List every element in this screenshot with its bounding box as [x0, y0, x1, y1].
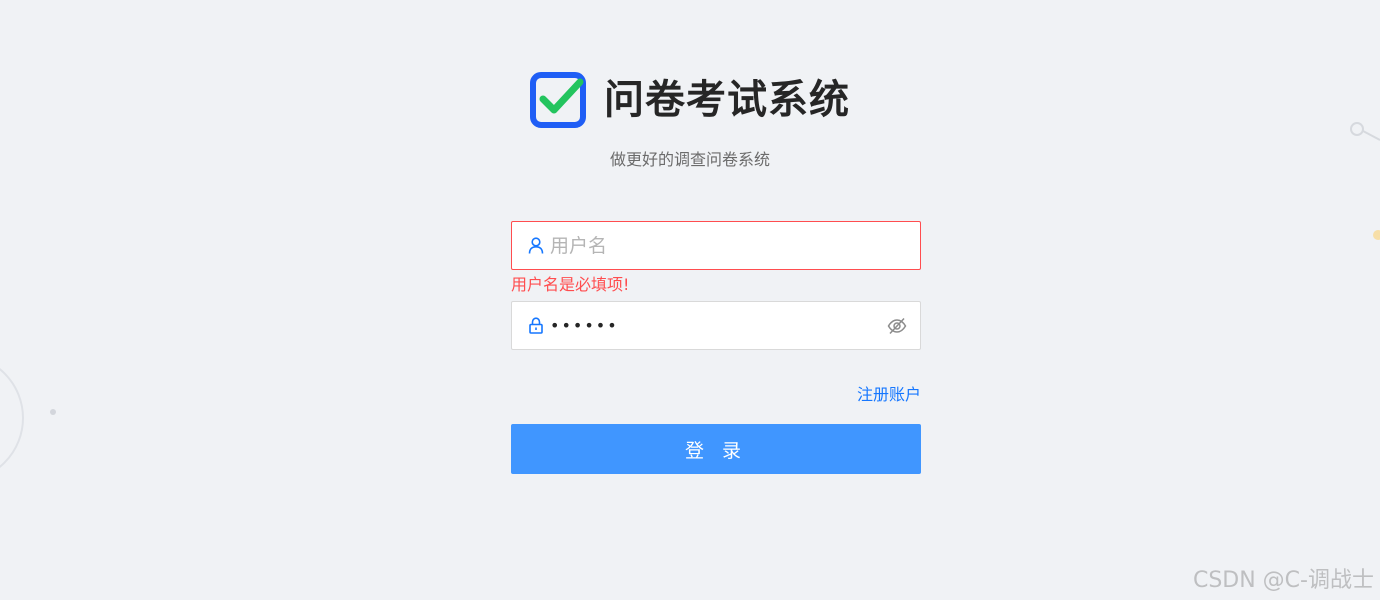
username-field[interactable] — [511, 221, 921, 270]
register-row: 注册账户 — [511, 381, 921, 405]
register-link[interactable]: 注册账户 — [857, 385, 921, 404]
app-subtitle: 做更好的调查问卷系统 — [609, 150, 770, 169]
watermark: CSDN @C-调战士 — [1192, 568, 1374, 593]
lock-icon — [527, 317, 545, 335]
login-button[interactable]: 登 录 — [511, 424, 921, 474]
checkbox-check-icon — [530, 72, 586, 128]
user-icon — [527, 237, 545, 255]
app-title: 问卷考试系统 — [604, 77, 850, 123]
eye-invisible-icon[interactable] — [886, 315, 908, 337]
password-field[interactable] — [511, 301, 921, 350]
password-input[interactable] — [550, 310, 886, 341]
username-input[interactable] — [550, 230, 908, 261]
app-header: 问卷考试系统 — [0, 72, 1380, 128]
login-form: 用户名是必填项! 注册账户 登 录 — [511, 221, 921, 474]
username-error: 用户名是必填项! — [511, 275, 630, 294]
